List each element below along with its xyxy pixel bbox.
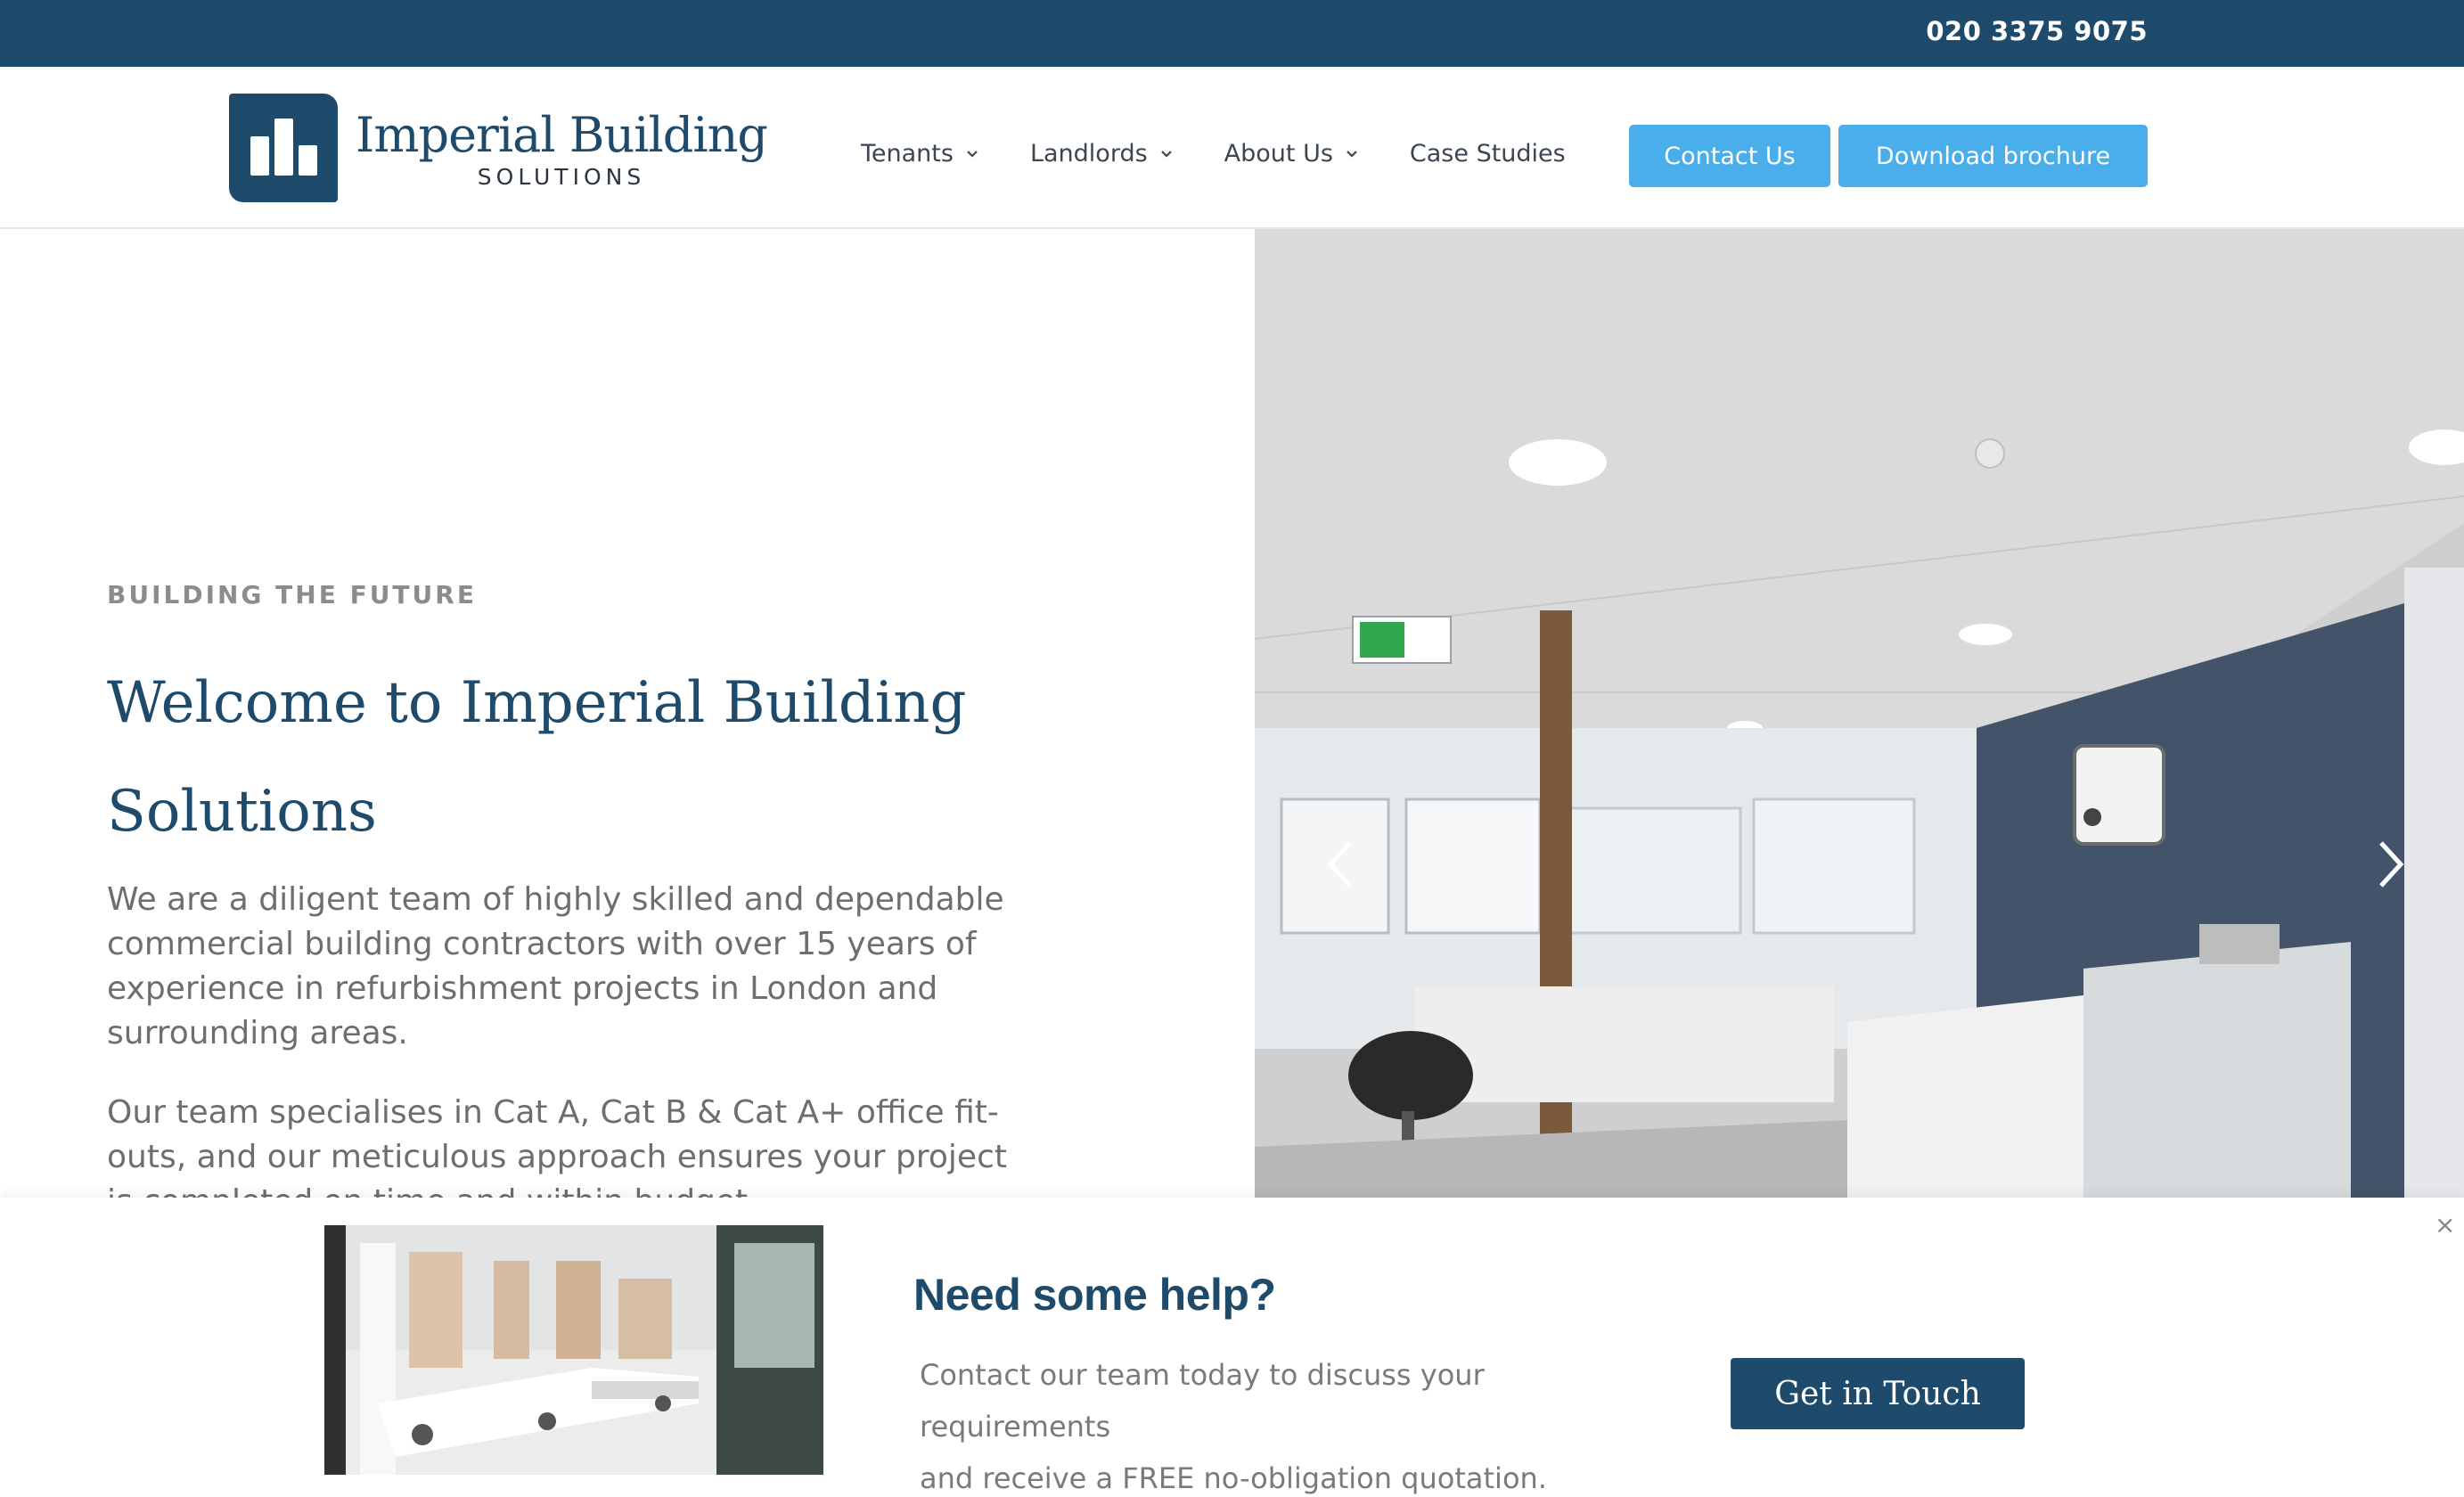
logo-mark-icon bbox=[229, 94, 338, 202]
nav-item-label: Tenants bbox=[861, 140, 954, 168]
nav-item-label: About Us bbox=[1224, 140, 1333, 168]
slider-next-chevron-right-icon[interactable] bbox=[2372, 838, 2408, 891]
hero-title-line1: Welcome to Imperial Building bbox=[107, 670, 967, 736]
office-reception-image bbox=[1255, 229, 2464, 1198]
main-nav: Tenants Landlords About Us Case Studies bbox=[861, 140, 1617, 168]
popup-office-image bbox=[324, 1225, 823, 1475]
nav-item-label: Landlords bbox=[1029, 140, 1148, 168]
slider-prev-chevron-left-icon[interactable] bbox=[1323, 838, 1359, 891]
nav-item-case-studies[interactable]: Case Studies bbox=[1410, 140, 1566, 168]
chevron-down-icon bbox=[1347, 150, 1357, 158]
nav-item-landlords[interactable]: Landlords bbox=[1030, 140, 1173, 168]
popup-text: Contact our team today to discuss your r… bbox=[920, 1349, 1650, 1497]
hero-image-slider[interactable] bbox=[1255, 229, 2464, 1198]
nav-item-about-us[interactable]: About Us bbox=[1224, 140, 1358, 168]
top-bar: 020 3375 9075 bbox=[0, 0, 2464, 67]
logo-wordmark: Imperial Building SOLUTIONS bbox=[356, 106, 768, 190]
popup-text-line1: Contact our team today to discuss your r… bbox=[920, 1358, 1485, 1444]
hero-eyebrow: BUILDING THE FUTURE bbox=[107, 580, 477, 609]
chevron-down-icon bbox=[967, 150, 978, 158]
site-header: Imperial Building SOLUTIONS Tenants Land… bbox=[0, 67, 2464, 229]
popup-title: Need some help? bbox=[913, 1270, 1276, 1320]
hero-title: Welcome to Imperial Building Solutions bbox=[107, 649, 998, 866]
phone-number[interactable]: 020 3375 9075 bbox=[1926, 16, 2148, 46]
hero-paragraph-1: We are a diligent team of highly skilled… bbox=[107, 881, 1004, 1051]
logo-subtitle: SOLUTIONS bbox=[477, 163, 646, 190]
download-brochure-button[interactable]: Download brochure bbox=[1838, 125, 2148, 187]
logo[interactable]: Imperial Building SOLUTIONS bbox=[229, 94, 768, 202]
help-popup: Need some help? Contact our team today t… bbox=[0, 1198, 2464, 1497]
nav-item-label: Case Studies bbox=[1409, 140, 1566, 168]
hero-title-line2: Solutions bbox=[107, 779, 377, 845]
popup-text-line2: and receive a FREE no-obligation quotati… bbox=[920, 1461, 1547, 1495]
logo-title: Imperial Building bbox=[356, 106, 768, 163]
get-in-touch-button[interactable]: Get in Touch bbox=[1731, 1358, 2025, 1429]
close-icon[interactable]: × bbox=[2435, 1210, 2455, 1239]
contact-us-button[interactable]: Contact Us bbox=[1629, 125, 1830, 187]
chevron-down-icon bbox=[1160, 150, 1172, 158]
nav-item-tenants[interactable]: Tenants bbox=[861, 140, 978, 168]
